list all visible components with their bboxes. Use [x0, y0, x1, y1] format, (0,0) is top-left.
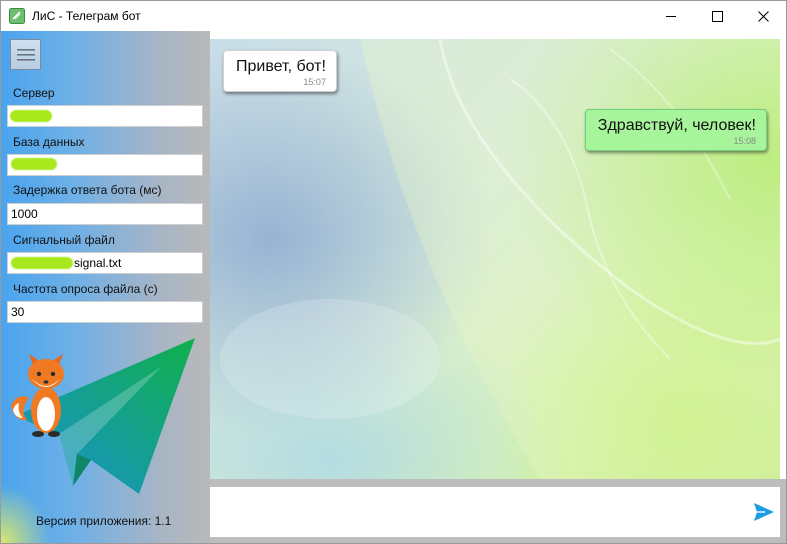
fox-mascot-icon: [11, 354, 64, 437]
message-text: Привет, бот!: [236, 58, 326, 75]
maximize-button[interactable]: [694, 1, 740, 31]
app-version: Версия приложения: 1.1: [36, 514, 172, 528]
chat-area[interactable]: Привет, бот! 15:07 Здравствуй, человек! …: [210, 39, 780, 479]
close-icon: [757, 10, 769, 22]
message-input[interactable]: [210, 487, 780, 537]
send-icon[interactable]: [753, 501, 775, 523]
maximize-icon: [711, 10, 723, 22]
app-window: ЛиС - Телеграм бот Сервер База данных За…: [0, 0, 787, 544]
redacted-value: [11, 257, 73, 269]
hamburger-icon: [16, 48, 35, 61]
message-text: Здравствуй, человек!: [597, 117, 756, 134]
telegram-fox-logo: [11, 338, 195, 494]
server-label: Сервер: [13, 86, 55, 100]
signal-file-label: Сигнальный файл: [13, 233, 115, 247]
composer-bar: [210, 479, 786, 543]
redacted-value: [10, 110, 52, 122]
minimize-button[interactable]: [648, 1, 694, 31]
incoming-message[interactable]: Привет, бот! 15:07: [223, 50, 337, 92]
app-icon: [9, 8, 25, 24]
poll-frequency-label: Частота опроса файла (с): [13, 282, 158, 296]
message-time: 15:07: [303, 77, 326, 87]
close-button[interactable]: [740, 1, 786, 31]
settings-sidebar: Сервер База данных Задержка ответа бота …: [1, 31, 210, 543]
minimize-icon: [665, 15, 676, 17]
redacted-value: [11, 158, 57, 170]
title-bar[interactable]: ЛиС - Телеграм бот: [1, 1, 786, 31]
outgoing-message[interactable]: Здравствуй, человек! 15:08: [584, 109, 767, 151]
signal-file-input[interactable]: signal.txt: [7, 252, 203, 274]
message-time: 15:08: [733, 136, 756, 146]
database-input[interactable]: [7, 154, 203, 176]
chat-background: [220, 39, 780, 479]
menu-button[interactable]: [10, 39, 41, 70]
bot-delay-label: Задержка ответа бота (мс): [13, 183, 162, 197]
bot-delay-input[interactable]: 1000: [7, 203, 203, 225]
database-label: База данных: [13, 135, 85, 149]
poll-frequency-input[interactable]: 30: [7, 301, 203, 323]
server-input[interactable]: [7, 105, 203, 127]
window-title: ЛиС - Телеграм бот: [32, 9, 141, 23]
